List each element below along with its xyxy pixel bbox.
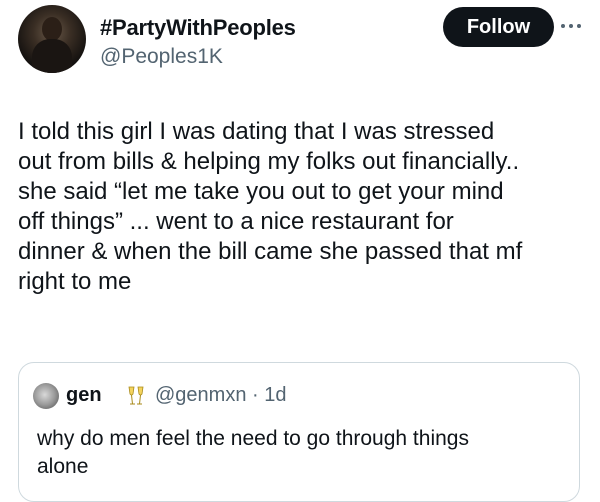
champagne-toast-icon <box>125 385 147 407</box>
quoted-display-name[interactable]: gen <box>66 384 102 407</box>
quoted-text-line: alone <box>37 455 89 478</box>
user-handle[interactable]: @Peoples1K <box>100 45 223 69</box>
avatar[interactable] <box>18 5 86 73</box>
tweet-text: I told this girl I was dating that I was… <box>18 117 583 297</box>
tweet-text-line: dinner & when the bill came she passed t… <box>18 238 523 265</box>
quoted-avatar[interactable] <box>33 383 59 409</box>
tweet-text-line: out from bills & helping my folks out fi… <box>18 148 520 175</box>
tweet-text-line: I told this girl I was dating that I was… <box>18 118 495 145</box>
tweet-header: #PartyWithPeoples @Peoples1K Follow <box>18 5 584 75</box>
quoted-text-line: why do men feel the need to go through t… <box>37 427 469 450</box>
display-name[interactable]: #PartyWithPeoples <box>100 15 296 41</box>
tweet-text-line: right to me <box>18 268 132 295</box>
quoted-tweet-card[interactable]: gen @genmxn · 1d why do men feel the nee… <box>18 362 580 502</box>
tweet-text-line: she said “let me take you out to get you… <box>18 178 504 205</box>
tweet-text-line: off things” ... went to a nice restauran… <box>18 208 454 235</box>
follow-button[interactable]: Follow <box>443 7 554 47</box>
quoted-handle-time[interactable]: @genmxn · 1d <box>155 384 286 407</box>
more-horizontal-icon[interactable] <box>558 15 584 37</box>
quoted-tweet-text: why do men feel the need to go through t… <box>37 425 567 481</box>
